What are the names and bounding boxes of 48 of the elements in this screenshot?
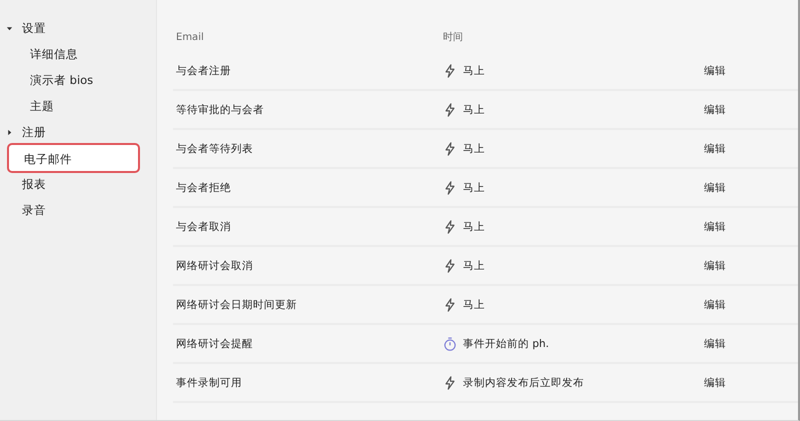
lightning-icon [443, 180, 457, 194]
edit-link[interactable]: 编辑 [704, 142, 726, 154]
table-cell-text: 与会者拒绝 [175, 180, 232, 194]
sidebar-item[interactable]: 主题 [30, 97, 54, 115]
edit-link[interactable]: 编辑 [704, 260, 726, 272]
column-header: 时间 [443, 30, 464, 44]
sidebar-item[interactable]: 注册 [22, 123, 46, 141]
table-cell-text: 事件录制可用 [175, 376, 243, 390]
table-cell-text: 与会者注册 [175, 64, 232, 78]
table-cell-text: 与会者等待列表 [175, 142, 254, 156]
table-cell-text: 与会者取消 [175, 220, 232, 234]
table-cell: 事件开始前的 ph. [463, 336, 549, 350]
table-cell-text: 等待审批的与会者 [175, 102, 265, 116]
table-cell: 马上 [463, 142, 485, 156]
edit-link[interactable]: 编辑 [704, 220, 726, 232]
caret-icon[interactable] [6, 128, 13, 136]
lightning-icon [443, 376, 457, 390]
lightning-icon [443, 64, 457, 78]
lightning-icon [443, 220, 457, 234]
table-cell: 马上 [463, 102, 485, 116]
caret-icon[interactable] [6, 24, 13, 32]
edit-link[interactable]: 编辑 [704, 104, 726, 116]
sidebar-item[interactable]: 录音 [22, 201, 46, 219]
edit-link[interactable]: 编辑 [704, 298, 726, 310]
sidebar-item[interactable]: 详细信息 [30, 45, 78, 63]
table-cell-text: 网络研讨会取消 [175, 258, 254, 272]
edit-link[interactable]: 编辑 [704, 376, 726, 388]
table-cell-text: 网络研讨会提醒 [175, 336, 254, 350]
lightning-icon [443, 102, 457, 116]
lightning-icon [443, 298, 457, 312]
table-cell: 马上 [463, 258, 485, 272]
stopwatch-icon [443, 336, 457, 350]
sidebar-item[interactable]: 电子邮件 [7, 143, 140, 173]
column-header: Email [175, 32, 205, 42]
lightning-icon [443, 258, 457, 272]
table-cell: 马上 [463, 220, 485, 234]
table-cell: 马上 [463, 64, 485, 78]
edit-link[interactable]: 编辑 [704, 338, 726, 350]
table-cell: 录制内容发布后立即发布 [463, 376, 584, 390]
lightning-icon [443, 142, 457, 156]
table-cell: 马上 [463, 180, 485, 194]
edit-link[interactable]: 编辑 [704, 182, 726, 194]
sidebar-item[interactable]: 设置 [22, 19, 46, 37]
sidebar-item[interactable]: 演示者 bios [30, 71, 94, 89]
table-cell-text: 网络研讨会日期时间更新 [175, 298, 298, 312]
sidebar-item[interactable]: 报表 [22, 175, 46, 193]
table-cell: 马上 [463, 298, 485, 312]
edit-link[interactable]: 编辑 [704, 64, 726, 76]
